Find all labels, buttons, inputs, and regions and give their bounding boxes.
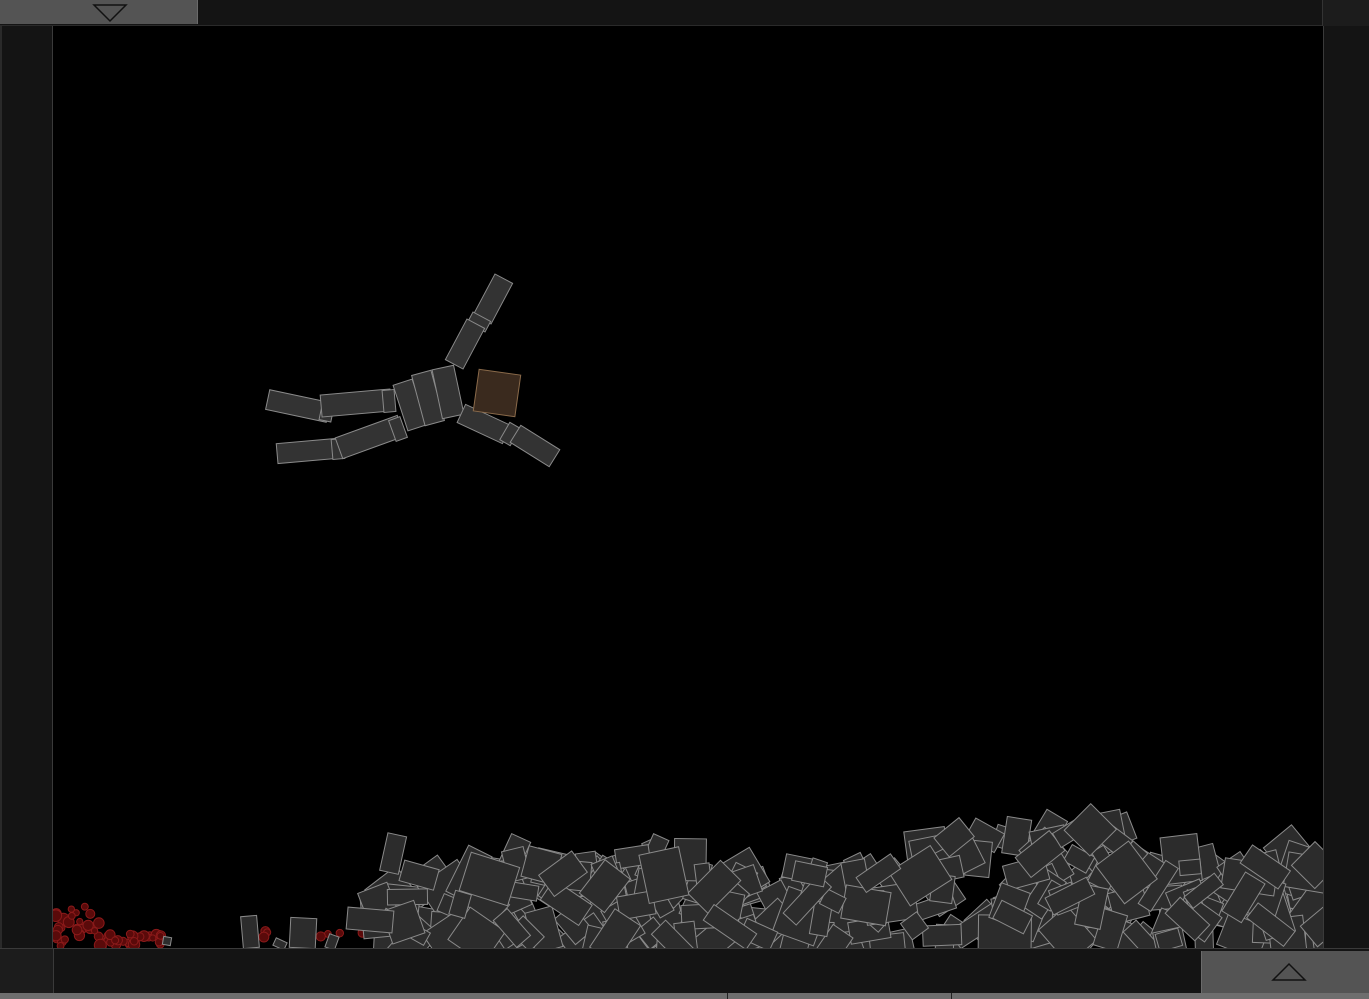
blood-particle [93,917,105,929]
debris-block [161,935,173,947]
blood-particle [71,924,83,936]
blood-particle [93,938,107,948]
top-right-corner [1322,0,1369,26]
blood-particle [60,935,69,944]
triangle-down-icon [92,4,128,23]
blood-particle [80,902,89,911]
blood-particle [156,931,165,940]
debris-block [240,914,260,948]
blood-particle [53,909,63,922]
left-wall [0,26,53,948]
blood-particle [67,905,76,913]
blood-particle [53,930,62,942]
bottom-menu-toggle[interactable] [1201,951,1369,993]
bottom-status-strip [0,993,1369,999]
top-toolbar [0,0,1369,26]
thigh [319,388,393,418]
forearm [444,318,486,370]
blood-particle [315,931,326,942]
blood-particle [90,927,99,935]
hip-joint [381,388,397,414]
debris-block [1178,858,1202,877]
debris-block [272,937,288,948]
blood-particle [129,936,139,946]
blood-particle [258,931,270,943]
blood-particle [67,912,76,920]
blood-particle [111,936,120,945]
blood-particle [85,908,96,919]
ragdoll-head [472,368,522,418]
bottom-toolbar [0,948,1369,999]
triangle-up-icon [1271,962,1307,981]
bottom-left-corner [0,949,54,993]
debris-pile [161,803,1323,948]
shin [275,437,339,465]
strip-divider [727,993,728,999]
debris-block [288,916,318,948]
blood-particle [76,917,84,926]
forearm [509,424,561,468]
blood-particle [125,929,135,939]
simulation-canvas[interactable] [53,26,1323,948]
blood-particle [335,928,345,938]
blood-particle [149,934,157,942]
ragdoll[interactable] [265,273,561,468]
top-menu-toggle[interactable] [0,0,198,24]
right-wall [1323,26,1369,948]
strip-divider [951,993,952,999]
debris-block [345,906,395,934]
